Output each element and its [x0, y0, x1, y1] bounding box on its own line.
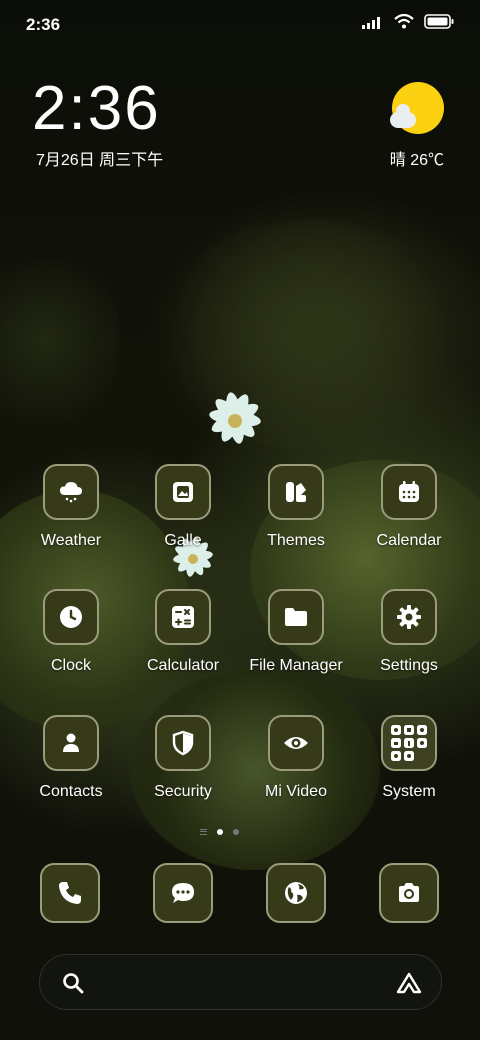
status-time: 2:36	[26, 15, 61, 34]
app-contacts[interactable]: Contacts	[15, 715, 127, 801]
app-gallery[interactable]: Galle	[127, 464, 239, 550]
camera-icon	[379, 863, 439, 923]
app-label: Contacts	[39, 783, 103, 800]
app-label: System	[382, 783, 436, 800]
messages-icon	[153, 863, 213, 923]
contacts-icon	[43, 715, 99, 771]
wifi-icon	[394, 14, 414, 29]
clock-widget-time[interactable]: 2:36	[32, 76, 161, 142]
status-bar: 2:36	[0, 0, 480, 52]
app-label: Galle	[164, 532, 202, 549]
flower-decoration	[209, 392, 261, 444]
weather-widget-temp: 晴 26℃	[389, 152, 444, 169]
browser-icon	[266, 863, 326, 923]
folder-grid-icon	[381, 715, 437, 771]
folder-icon	[268, 589, 324, 645]
dock-browser[interactable]	[266, 863, 326, 923]
page-indicator[interactable]	[200, 829, 239, 835]
signal-icon	[362, 16, 380, 29]
clock-icon	[43, 589, 99, 645]
app-weather[interactable]: Weather	[15, 464, 127, 550]
cloud-icon	[390, 104, 416, 128]
app-file-manager[interactable]: File Manager	[240, 589, 352, 675]
dock-phone[interactable]	[40, 863, 100, 923]
gallery-icon	[155, 464, 211, 520]
app-calculator[interactable]: Calculator	[127, 589, 239, 675]
app-label: Calculator	[146, 657, 220, 674]
dock-messages[interactable]	[153, 863, 213, 923]
themes-icon	[268, 464, 324, 520]
app-label: Mi Video	[265, 783, 327, 800]
app-label: Themes	[267, 532, 325, 549]
app-label: File Manager	[249, 657, 343, 674]
assistant-icon[interactable]	[395, 971, 423, 995]
weather-icon	[43, 464, 99, 520]
app-security[interactable]: Security	[127, 715, 239, 801]
feed-indicator-icon	[200, 829, 207, 835]
dock-camera[interactable]	[379, 863, 439, 923]
search-bar[interactable]	[39, 954, 442, 1010]
leaf-decoration	[0, 240, 120, 440]
page-dot-active	[217, 829, 223, 835]
calendar-icon	[381, 464, 437, 520]
shield-icon	[155, 715, 211, 771]
app-label: Calendar	[376, 532, 442, 549]
app-themes[interactable]: Themes	[240, 464, 352, 550]
clock-widget-date: 7月26日 周三下午	[36, 152, 164, 169]
app-label: Settings	[380, 657, 438, 674]
weather-widget[interactable]	[386, 82, 446, 134]
app-label: Clock	[50, 657, 91, 674]
calculator-icon	[155, 589, 211, 645]
phone-icon	[40, 863, 100, 923]
app-settings[interactable]: Settings	[353, 589, 465, 675]
app-label: Security	[154, 783, 212, 800]
app-calendar[interactable]: Calendar	[353, 464, 465, 550]
app-label: Weather	[40, 532, 102, 549]
app-mi-video[interactable]: Mi Video	[240, 715, 352, 801]
eye-icon	[268, 715, 324, 771]
sun-icon	[390, 82, 444, 134]
app-folder-system[interactable]: System	[353, 715, 465, 801]
app-clock[interactable]: Clock	[15, 589, 127, 675]
page-dot	[233, 829, 239, 835]
battery-icon	[424, 14, 454, 29]
search-icon	[63, 973, 84, 994]
gear-icon	[381, 589, 437, 645]
